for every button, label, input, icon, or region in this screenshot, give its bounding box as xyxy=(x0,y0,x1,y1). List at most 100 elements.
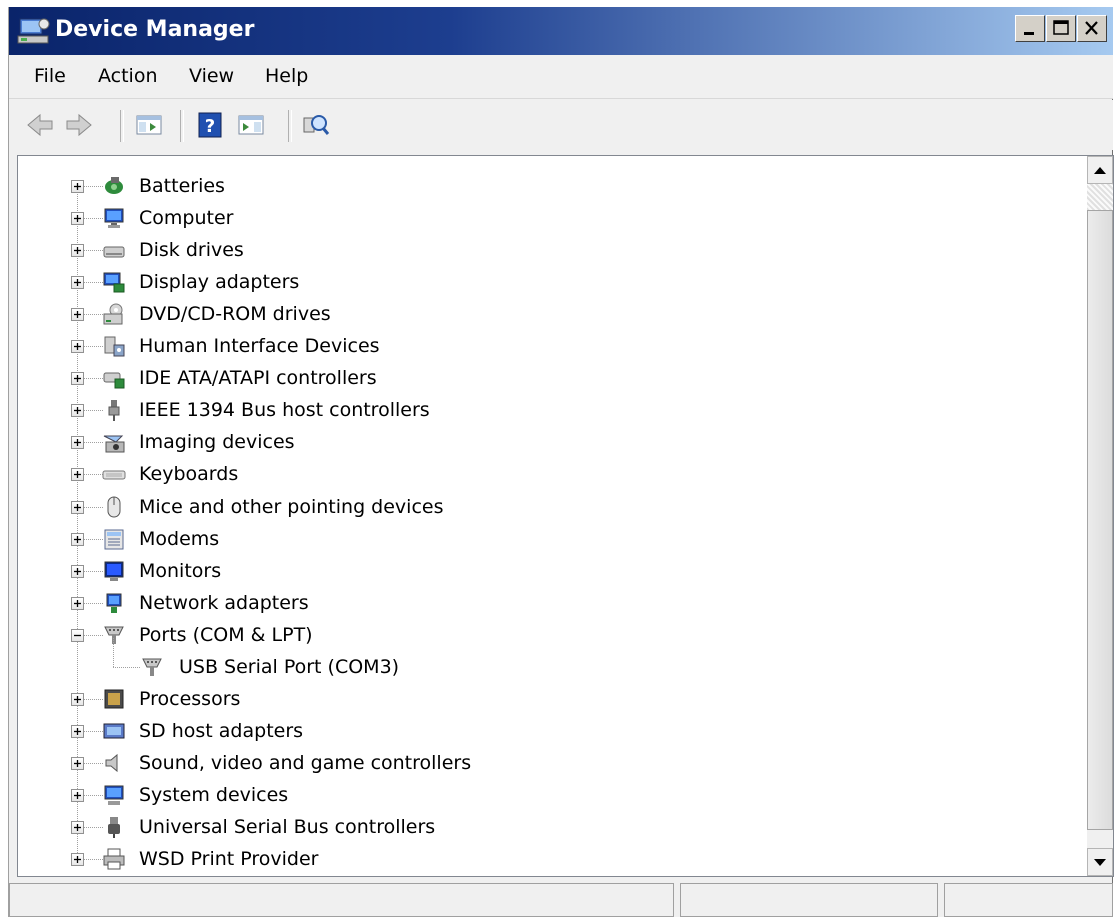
maximize-button[interactable] xyxy=(1046,15,1076,42)
tree-item-label: Display adapters xyxy=(139,271,300,294)
sd-adapter-icon xyxy=(102,719,126,743)
status-pane-middle xyxy=(680,883,938,917)
expand-toggle-icon[interactable] xyxy=(71,532,84,546)
tree-connector-line xyxy=(84,218,103,220)
tree-connector-line xyxy=(84,474,103,476)
device-tree[interactable]: Batteries Computer Disk drives Display adap… xyxy=(17,155,1114,877)
tree-category-item[interactable]: Imaging devices xyxy=(18,427,1078,457)
tree-category-item[interactable]: Sound, video and game controllers xyxy=(18,748,1078,778)
port-icon xyxy=(102,623,126,647)
scroll-up-button[interactable] xyxy=(1087,156,1113,184)
tree-connector-line xyxy=(113,637,114,667)
expand-toggle-icon[interactable] xyxy=(71,692,84,706)
tree-category-item[interactable]: Network adapters xyxy=(18,588,1078,618)
collapse-toggle-icon[interactable] xyxy=(71,628,84,642)
menu-action[interactable]: Action xyxy=(98,65,158,87)
tree-category-item[interactable]: Human Interface Devices xyxy=(18,331,1078,361)
expand-toggle-icon[interactable] xyxy=(71,756,84,770)
show-hide-action-pane-icon[interactable] xyxy=(236,110,266,140)
expand-toggle-icon[interactable] xyxy=(71,404,84,418)
expand-toggle-icon[interactable] xyxy=(71,788,84,802)
tree-connector-line xyxy=(84,506,103,508)
tree-category-item[interactable]: Universal Serial Bus controllers xyxy=(18,812,1078,842)
tree-category-item[interactable]: DVD/CD-ROM drives xyxy=(18,299,1078,329)
sound-icon xyxy=(102,751,126,775)
expand-toggle-icon[interactable] xyxy=(71,372,84,386)
expand-toggle-icon[interactable] xyxy=(71,340,84,354)
show-hide-console-tree-icon[interactable] xyxy=(134,110,164,140)
vertical-scrollbar[interactable] xyxy=(1087,156,1113,876)
ieee1394-icon xyxy=(102,398,126,422)
help-icon[interactable]: ? xyxy=(195,110,225,140)
tree-category-item[interactable]: Batteries xyxy=(18,171,1078,201)
status-bar xyxy=(9,883,1113,917)
tree-item-label: WSD Print Provider xyxy=(139,848,319,871)
expand-toggle-icon[interactable] xyxy=(71,468,84,482)
tree-category-item[interactable]: Processors xyxy=(18,684,1078,714)
battery-icon xyxy=(102,174,126,198)
tree-category-item[interactable]: System devices xyxy=(18,780,1078,810)
tree-connector-line xyxy=(113,666,140,668)
expand-toggle-icon[interactable] xyxy=(71,821,84,834)
expand-toggle-icon[interactable] xyxy=(71,212,84,226)
tree-category-item[interactable]: Computer xyxy=(18,203,1078,233)
tree-item-label: Processors xyxy=(139,687,241,710)
tree-connector-line xyxy=(84,378,103,380)
expand-toggle-icon[interactable] xyxy=(71,853,84,867)
tree-category-item[interactable]: Display adapters xyxy=(18,267,1078,297)
menu-bar: File Action View Help xyxy=(9,55,1113,99)
menu-file[interactable]: File xyxy=(34,65,66,87)
computer-icon xyxy=(102,206,126,230)
expand-toggle-icon[interactable] xyxy=(71,244,84,258)
tree-category-item[interactable]: SD host adapters xyxy=(18,716,1078,746)
expand-toggle-icon[interactable] xyxy=(71,308,84,322)
forward-arrow-icon[interactable] xyxy=(64,110,94,140)
dvd-drive-icon xyxy=(102,302,126,326)
system-device-icon xyxy=(102,783,126,807)
tree-item-label: USB Serial Port (COM3) xyxy=(179,655,400,678)
tree-category-item[interactable]: Keyboards xyxy=(18,459,1078,489)
close-button[interactable] xyxy=(1077,15,1107,42)
expand-toggle-icon[interactable] xyxy=(71,276,84,290)
printer-icon xyxy=(102,847,126,871)
tree-category-item[interactable]: Mice and other pointing devices xyxy=(18,492,1078,522)
tree-item-label: IDE ATA/ATAPI controllers xyxy=(139,367,377,390)
tree-category-item[interactable]: Disk drives xyxy=(18,235,1078,265)
minimize-button[interactable] xyxy=(1015,15,1045,42)
scroll-down-button[interactable] xyxy=(1087,848,1113,876)
back-arrow-icon[interactable] xyxy=(25,110,55,140)
expand-toggle-icon[interactable] xyxy=(71,180,84,193)
scan-hardware-icon[interactable] xyxy=(301,110,331,140)
ide-controller-icon xyxy=(102,366,126,390)
expand-toggle-icon[interactable] xyxy=(71,724,84,738)
tree-category-item[interactable]: IEEE 1394 Bus host controllers xyxy=(18,395,1078,425)
network-adapter-icon xyxy=(102,591,126,615)
status-pane-right xyxy=(944,883,1113,917)
tree-category-item[interactable]: Ports (COM & LPT) xyxy=(18,620,1078,650)
mouse-icon xyxy=(102,495,126,519)
expand-toggle-icon[interactable] xyxy=(71,436,84,450)
tree-category-item[interactable]: Monitors xyxy=(18,556,1078,586)
tree-connector-line xyxy=(84,634,103,636)
expand-toggle-icon[interactable] xyxy=(71,500,84,514)
menu-view[interactable]: View xyxy=(189,65,234,87)
port-icon xyxy=(140,655,164,679)
tree-category-item[interactable]: IDE ATA/ATAPI controllers xyxy=(18,363,1078,393)
tree-connector-line xyxy=(84,346,103,348)
toolbar: ? xyxy=(9,100,1113,150)
keyboard-icon xyxy=(102,462,126,486)
tree-connector-line xyxy=(84,827,103,828)
tree-child-item[interactable]: USB Serial Port (COM3) xyxy=(18,637,1078,682)
tree-connector-line xyxy=(84,698,103,700)
expand-toggle-icon[interactable] xyxy=(71,564,84,578)
tree-connector-line xyxy=(84,410,103,412)
tree-category-item[interactable]: Modems xyxy=(18,524,1078,554)
scroll-track[interactable] xyxy=(1087,184,1113,210)
menu-help[interactable]: Help xyxy=(265,65,308,87)
expand-toggle-icon[interactable] xyxy=(71,596,84,610)
disk-drive-icon xyxy=(102,238,126,262)
tree-category-item[interactable]: WSD Print Provider xyxy=(18,844,1078,874)
scroll-thumb[interactable] xyxy=(1087,210,1113,830)
tree-connector-line xyxy=(84,186,103,187)
title-bar[interactable]: Device Manager xyxy=(9,7,1113,55)
